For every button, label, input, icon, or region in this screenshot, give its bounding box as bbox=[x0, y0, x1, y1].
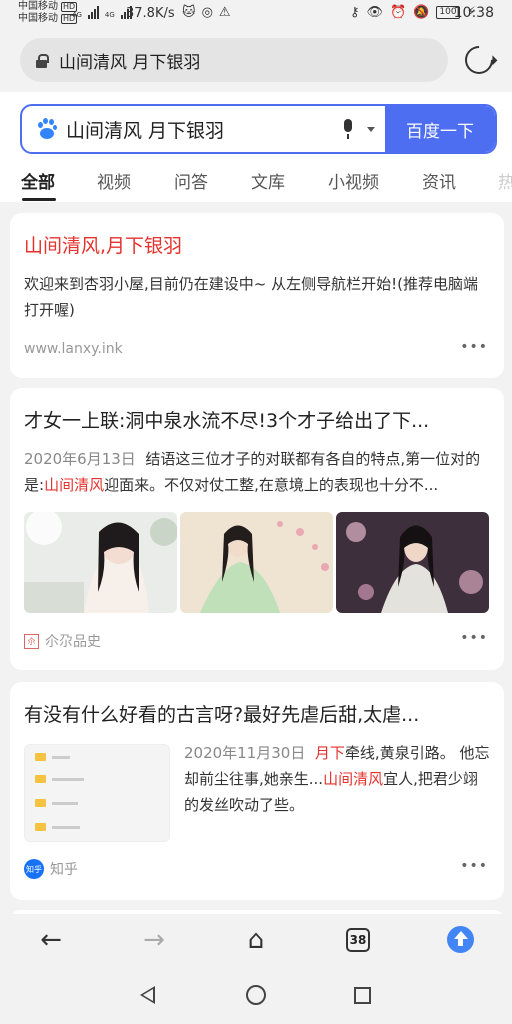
result-description: 欢迎来到杏羽小屋,目前仍在建设中~ 从左侧导航栏开始!(推荐电脑端打开喔) bbox=[24, 275, 478, 319]
eye-icon: 👁 bbox=[366, 5, 384, 20]
result-url: www.lanxy.ink bbox=[24, 341, 123, 357]
microphone-icon[interactable] bbox=[335, 114, 363, 144]
tab-short-video[interactable]: 小视频 bbox=[328, 168, 379, 193]
carrier-2: 中国移动 bbox=[18, 13, 58, 24]
active-tab-indicator bbox=[22, 198, 56, 201]
tab-library[interactable]: 文库 bbox=[251, 168, 285, 193]
cat-app-icon: 🐱 bbox=[182, 5, 196, 20]
tab-qa[interactable]: 问答 bbox=[174, 168, 208, 193]
zhihu-logo-icon: 知乎 bbox=[24, 859, 44, 879]
result-source: 知乎 知乎 bbox=[24, 859, 78, 879]
result-description: 2020年6月13日 结语这三位才子的对联都有各自的特点,第一位对的是:山间清风… bbox=[24, 450, 481, 494]
network-speed: 37.8K/s bbox=[126, 6, 175, 21]
result-card[interactable]: 才女一上联:洞中泉水流不尽!3个才子给出了下... 2020年6月13日 结语这… bbox=[10, 388, 504, 670]
result-title[interactable]: 才女一上联:洞中泉水流不尽!3个才子给出了下... bbox=[24, 406, 429, 433]
result-description: 2020年11月30日 月下牵线,黄泉引路。 他忘却前尘往事,她亲生...山间清… bbox=[184, 744, 490, 814]
address-bar[interactable]: 山间清风 月下银羽 bbox=[20, 38, 448, 82]
search-input[interactable]: 山间清风 月下银羽 bbox=[66, 116, 335, 143]
result-title[interactable]: 有没有什么好看的古言呀?最好先虐后甜,太虐... bbox=[24, 700, 419, 727]
warning-icon: ⚠ bbox=[218, 5, 231, 20]
signal-bars-icon bbox=[87, 5, 99, 19]
result-tabs: 全部 视频 问答 文库 小视频 资讯 热 bbox=[0, 158, 512, 202]
clock: 10:38 bbox=[453, 5, 494, 21]
tab-all[interactable]: 全部 bbox=[21, 168, 55, 193]
search-header: 山间清风 月下银羽 百度一下 全部 视频 问答 文库 小视频 资讯 热 bbox=[0, 92, 512, 202]
system-home-icon[interactable] bbox=[246, 985, 266, 1005]
baidu-paw-icon bbox=[36, 118, 58, 140]
tab-video[interactable]: 视频 bbox=[97, 168, 131, 193]
page-content: 山间清风 月下银羽 百度一下 全部 视频 问答 文库 小视频 资讯 热 山间清风… bbox=[0, 92, 512, 914]
result-image-2[interactable] bbox=[180, 512, 333, 613]
network-4g-2: 4G bbox=[104, 11, 115, 19]
result-image-1[interactable] bbox=[24, 512, 177, 613]
status-bar: 中国移动 HD 中国移动 HD 4G 4G 37.8K/s 🐱 ◎ ⚠ ⚷ 👁 ⏰ … bbox=[0, 0, 512, 30]
sync-icon: ◎ bbox=[201, 5, 213, 20]
scroll-to-top-icon[interactable] bbox=[447, 926, 474, 953]
result-title[interactable]: 山间清风,月下银羽 bbox=[24, 231, 182, 258]
system-back-icon[interactable] bbox=[140, 986, 155, 1004]
home-icon[interactable]: ⌂ bbox=[236, 924, 276, 956]
more-options-icon[interactable]: ••• bbox=[460, 339, 488, 355]
result-card[interactable]: 山间清风,月下银羽 欢迎来到杏羽小屋,目前仍在建设中~ 从左侧导航栏开始!(推荐… bbox=[10, 213, 504, 378]
key-icon: ⚷ bbox=[350, 5, 360, 20]
signal-icons: 4G 4G bbox=[72, 5, 132, 19]
chevron-down-icon[interactable] bbox=[367, 126, 375, 132]
tabs-count-button[interactable]: 38 bbox=[346, 928, 370, 952]
result-card[interactable]: 有没有什么好看的古言呀?最好先虐后甜,太虐... 2020年11月30日 月下牵… bbox=[10, 682, 504, 900]
address-text: 山间清风 月下银羽 bbox=[59, 52, 201, 73]
mute-icon: 🔕 bbox=[413, 5, 430, 20]
result-source: 尒尒尕品史 bbox=[24, 631, 101, 651]
system-recents-icon[interactable] bbox=[354, 987, 371, 1004]
forward-arrow-icon[interactable]: → bbox=[134, 924, 174, 956]
alarm-icon: ⏰ bbox=[390, 5, 407, 20]
back-arrow-icon[interactable]: ← bbox=[31, 924, 71, 956]
browser-bottom-bar: ← → ⌂ 38 bbox=[0, 914, 512, 966]
notification-icons: 🐱 ◎ ⚠ bbox=[182, 5, 231, 20]
more-options-icon[interactable]: ••• bbox=[460, 858, 488, 874]
search-button[interactable]: 百度一下 bbox=[385, 106, 495, 152]
result-thumbnail[interactable] bbox=[24, 744, 170, 842]
search-box[interactable]: 山间清风 月下银羽 百度一下 bbox=[20, 104, 497, 154]
tab-news[interactable]: 资讯 bbox=[422, 168, 456, 193]
system-navigation-bar bbox=[0, 966, 512, 1024]
lock-icon bbox=[36, 53, 49, 68]
more-options-icon[interactable]: ••• bbox=[460, 630, 488, 646]
network-4g-1: 4G bbox=[72, 11, 82, 19]
result-image-3[interactable] bbox=[336, 512, 489, 613]
tab-hot[interactable]: 热 bbox=[498, 168, 512, 193]
carrier-info: 中国移动 HD 中国移动 HD bbox=[18, 1, 78, 25]
refresh-icon[interactable] bbox=[459, 40, 499, 80]
source-seal-icon: 尒 bbox=[24, 633, 39, 649]
carrier-1: 中国移动 bbox=[18, 1, 58, 12]
browser-toolbar: 山间清风 月下银羽 bbox=[0, 30, 512, 92]
